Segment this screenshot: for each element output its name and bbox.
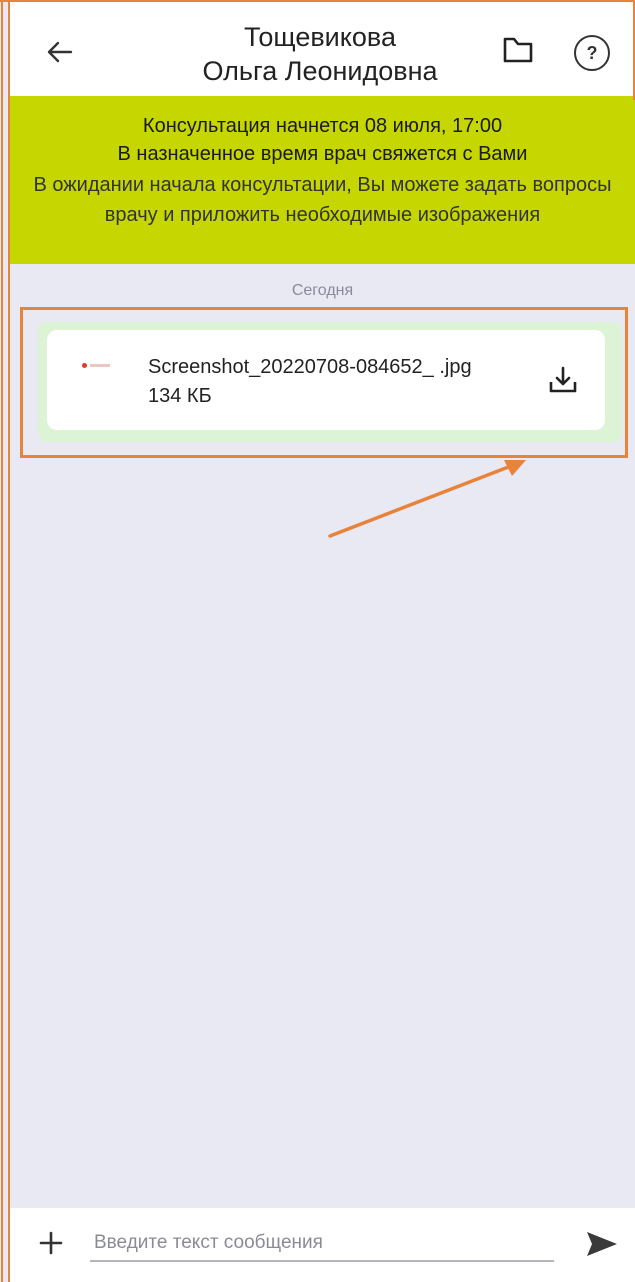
folder-icon [503, 37, 533, 63]
help-button[interactable]: ? [574, 35, 610, 71]
folder-button[interactable] [500, 34, 536, 66]
annotation-highlight-box [20, 307, 628, 458]
attach-button[interactable] [36, 1228, 66, 1258]
arrow-left-icon [47, 41, 73, 63]
send-button[interactable] [584, 1228, 620, 1260]
annotation-arrow [328, 460, 526, 538]
date-separator: Сегодня [291, 282, 354, 299]
banner-waiting-note: В ожидании начала консультации, Вы может… [33, 174, 612, 226]
message-input[interactable] [90, 1226, 554, 1262]
banner-contact-note: В назначенное время врач свяжется с Вами [117, 143, 528, 165]
doctor-surname: Тощевикова [244, 22, 396, 52]
consultation-banner: Консультация начнется 08 июля, 17:00 В н… [10, 96, 635, 264]
chat-header: Тощевикова Ольга Леонидовна ? [10, 2, 635, 96]
message-input-bar [10, 1208, 635, 1282]
banner-start-time: Консультация начнется 08 июля, 17:00 [142, 115, 503, 137]
back-button[interactable] [40, 32, 80, 72]
screenshot-border-left-inner [8, 0, 10, 1282]
doctor-name: Тощевикова Ольга Леонидовна [160, 20, 480, 88]
plus-icon [39, 1231, 63, 1255]
screenshot-border-left [1, 0, 3, 1282]
help-icon: ? [586, 42, 598, 63]
send-icon [587, 1232, 617, 1256]
screenshot-border-top [0, 0, 635, 2]
app-screen: Тощевикова Ольга Леонидовна ? Консультац… [0, 0, 635, 1282]
doctor-given-names: Ольга Леонидовна [202, 56, 438, 86]
